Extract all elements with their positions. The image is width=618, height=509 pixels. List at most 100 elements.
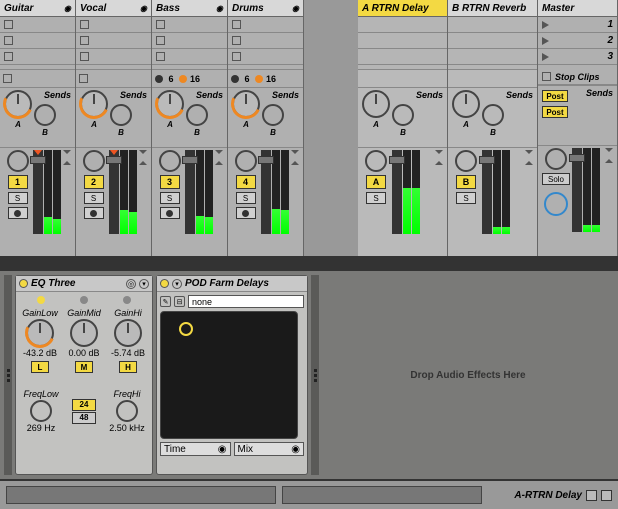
track-header[interactable]: Bass◉: [152, 0, 227, 17]
send-b-knob[interactable]: [262, 104, 284, 126]
pan-knob[interactable]: [83, 150, 105, 172]
volume-fader[interactable]: [572, 148, 582, 232]
scene-launch[interactable]: 2: [538, 33, 617, 49]
track-activator[interactable]: B: [456, 175, 476, 189]
unfold-icon[interactable]: ▾: [172, 279, 182, 289]
gain-hi-knob[interactable]: [114, 319, 142, 347]
nudge-up[interactable]: [291, 150, 299, 157]
plugin-display[interactable]: [160, 311, 298, 439]
gain-mid-knob[interactable]: [70, 319, 98, 347]
freq-hi-knob[interactable]: [116, 400, 138, 422]
save-icon[interactable]: ⊟: [174, 296, 185, 307]
track-header[interactable]: Guitar◉: [0, 0, 75, 17]
solo-button[interactable]: S: [84, 192, 104, 204]
param-time-select[interactable]: Time◉: [160, 442, 231, 456]
solo-button[interactable]: S: [236, 192, 256, 204]
slope-48-button[interactable]: 48: [72, 412, 96, 424]
pan-knob[interactable]: [455, 150, 477, 172]
track-header[interactable]: Vocal◉: [76, 0, 151, 17]
clip-slot[interactable]: [152, 17, 227, 33]
low-band-button[interactable]: L: [31, 361, 49, 373]
io-dot[interactable]: [231, 75, 239, 83]
save-preset-icon[interactable]: ▾: [139, 279, 149, 289]
volume-fader[interactable]: [33, 150, 43, 234]
device-title-bar[interactable]: EQ Three ◎ ▾: [16, 276, 152, 292]
clip-slot[interactable]: [0, 33, 75, 49]
track-activator[interactable]: 2: [84, 175, 104, 189]
send-a-knob[interactable]: [156, 90, 184, 118]
status-field[interactable]: [6, 486, 276, 504]
nudge-down[interactable]: [63, 158, 71, 165]
track-header[interactable]: Master: [538, 0, 617, 17]
send-b-knob[interactable]: [186, 104, 208, 126]
nudge-up[interactable]: [435, 150, 443, 157]
io-row[interactable]: 616: [228, 69, 303, 87]
hi-band-button[interactable]: H: [119, 361, 137, 373]
nudge-up[interactable]: [605, 148, 613, 155]
nudge-up[interactable]: [525, 150, 533, 157]
clip-slot[interactable]: [0, 17, 75, 33]
send-a-knob[interactable]: [232, 90, 260, 118]
clip-slot[interactable]: [152, 33, 227, 49]
clip-slot[interactable]: [76, 17, 151, 33]
pan-knob[interactable]: [235, 150, 257, 172]
stop-all[interactable]: Stop Clips: [538, 69, 617, 85]
solo-cue-button[interactable]: Solo: [542, 173, 570, 185]
track-header[interactable]: B RTRN Reverb: [448, 0, 537, 17]
pan-knob[interactable]: [545, 148, 567, 170]
volume-fader[interactable]: [261, 150, 271, 234]
send-b-knob[interactable]: [482, 104, 504, 126]
device-title-bar[interactable]: ▾ POD Farm Delays: [157, 276, 307, 292]
post-button[interactable]: Post: [542, 106, 568, 118]
resize-handle[interactable]: [4, 275, 12, 475]
nudge-down[interactable]: [139, 158, 147, 165]
clip-slot[interactable]: [0, 49, 75, 65]
send-a-knob[interactable]: [80, 90, 108, 118]
send-a-knob[interactable]: [452, 90, 480, 118]
nudge-down[interactable]: [215, 158, 223, 165]
track-activator[interactable]: 1: [8, 175, 28, 189]
nudge-down[interactable]: [605, 156, 613, 163]
arm-button[interactable]: [160, 207, 180, 219]
clip-slot[interactable]: [76, 33, 151, 49]
param-mix-select[interactable]: Mix◉: [234, 442, 305, 456]
io-row[interactable]: [76, 69, 151, 87]
io-dot[interactable]: [155, 75, 163, 83]
drop-effects-zone[interactable]: Drop Audio Effects Here: [322, 275, 614, 475]
device-on-icon[interactable]: [160, 279, 169, 288]
status-field[interactable]: [282, 486, 482, 504]
track-activator[interactable]: 4: [236, 175, 256, 189]
volume-fader[interactable]: [392, 150, 402, 234]
fader-handle[interactable]: [30, 156, 46, 164]
hot-swap-icon[interactable]: ◎: [126, 279, 136, 289]
solo-button[interactable]: S: [8, 192, 28, 204]
solo-button[interactable]: S: [456, 192, 476, 204]
device-on-icon[interactable]: [19, 279, 28, 288]
pan-knob[interactable]: [365, 150, 387, 172]
fold-icon[interactable]: ◉: [64, 4, 71, 13]
solo-button[interactable]: S: [366, 192, 386, 204]
key-map-icon[interactable]: [601, 490, 612, 501]
arm-button[interactable]: [84, 207, 104, 219]
scene-launch[interactable]: 3: [538, 49, 617, 65]
send-a-knob[interactable]: [4, 90, 32, 118]
pan-knob[interactable]: [159, 150, 181, 172]
cue-volume-knob[interactable]: [544, 192, 568, 216]
nudge-up[interactable]: [63, 150, 71, 157]
solo-button[interactable]: S: [160, 192, 180, 204]
arm-button[interactable]: [8, 207, 28, 219]
send-b-knob[interactable]: [110, 104, 132, 126]
send-a-knob[interactable]: [362, 90, 390, 118]
track-activator[interactable]: A: [366, 175, 386, 189]
clip-slot[interactable]: [152, 49, 227, 65]
preset-selector[interactable]: none: [188, 295, 304, 308]
nudge-down[interactable]: [435, 158, 443, 165]
mid-band-button[interactable]: M: [75, 361, 93, 373]
fold-icon[interactable]: ◉: [216, 4, 223, 13]
midi-map-icon[interactable]: [586, 490, 597, 501]
nudge-down[interactable]: [291, 158, 299, 165]
slope-24-button[interactable]: 24: [72, 399, 96, 411]
freq-low-knob[interactable]: [30, 400, 52, 422]
volume-fader[interactable]: [482, 150, 492, 234]
io-row[interactable]: [0, 69, 75, 87]
